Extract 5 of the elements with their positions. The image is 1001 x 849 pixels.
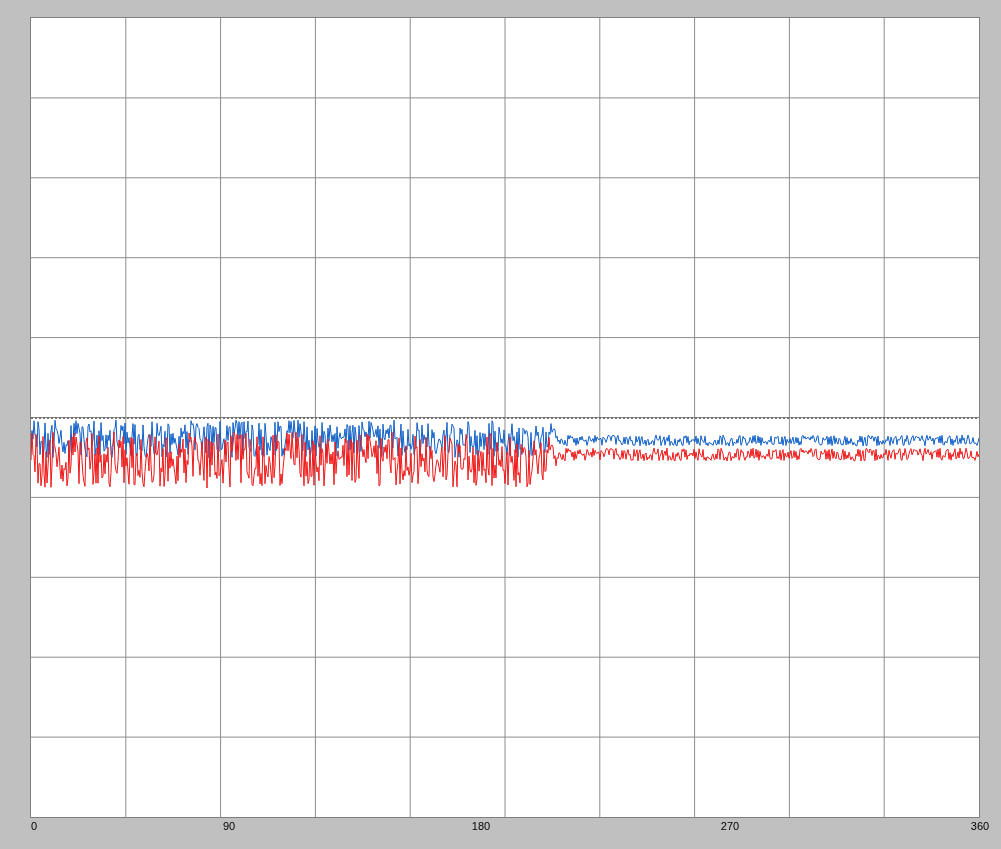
axis-tick-label: 0 xyxy=(30,820,38,832)
axis-tick-label: 180 xyxy=(471,820,491,832)
axis-tick-label: 360 xyxy=(970,820,990,832)
axis-tick-label: 90 xyxy=(222,820,236,832)
axis-tick-label: 270 xyxy=(720,820,740,832)
